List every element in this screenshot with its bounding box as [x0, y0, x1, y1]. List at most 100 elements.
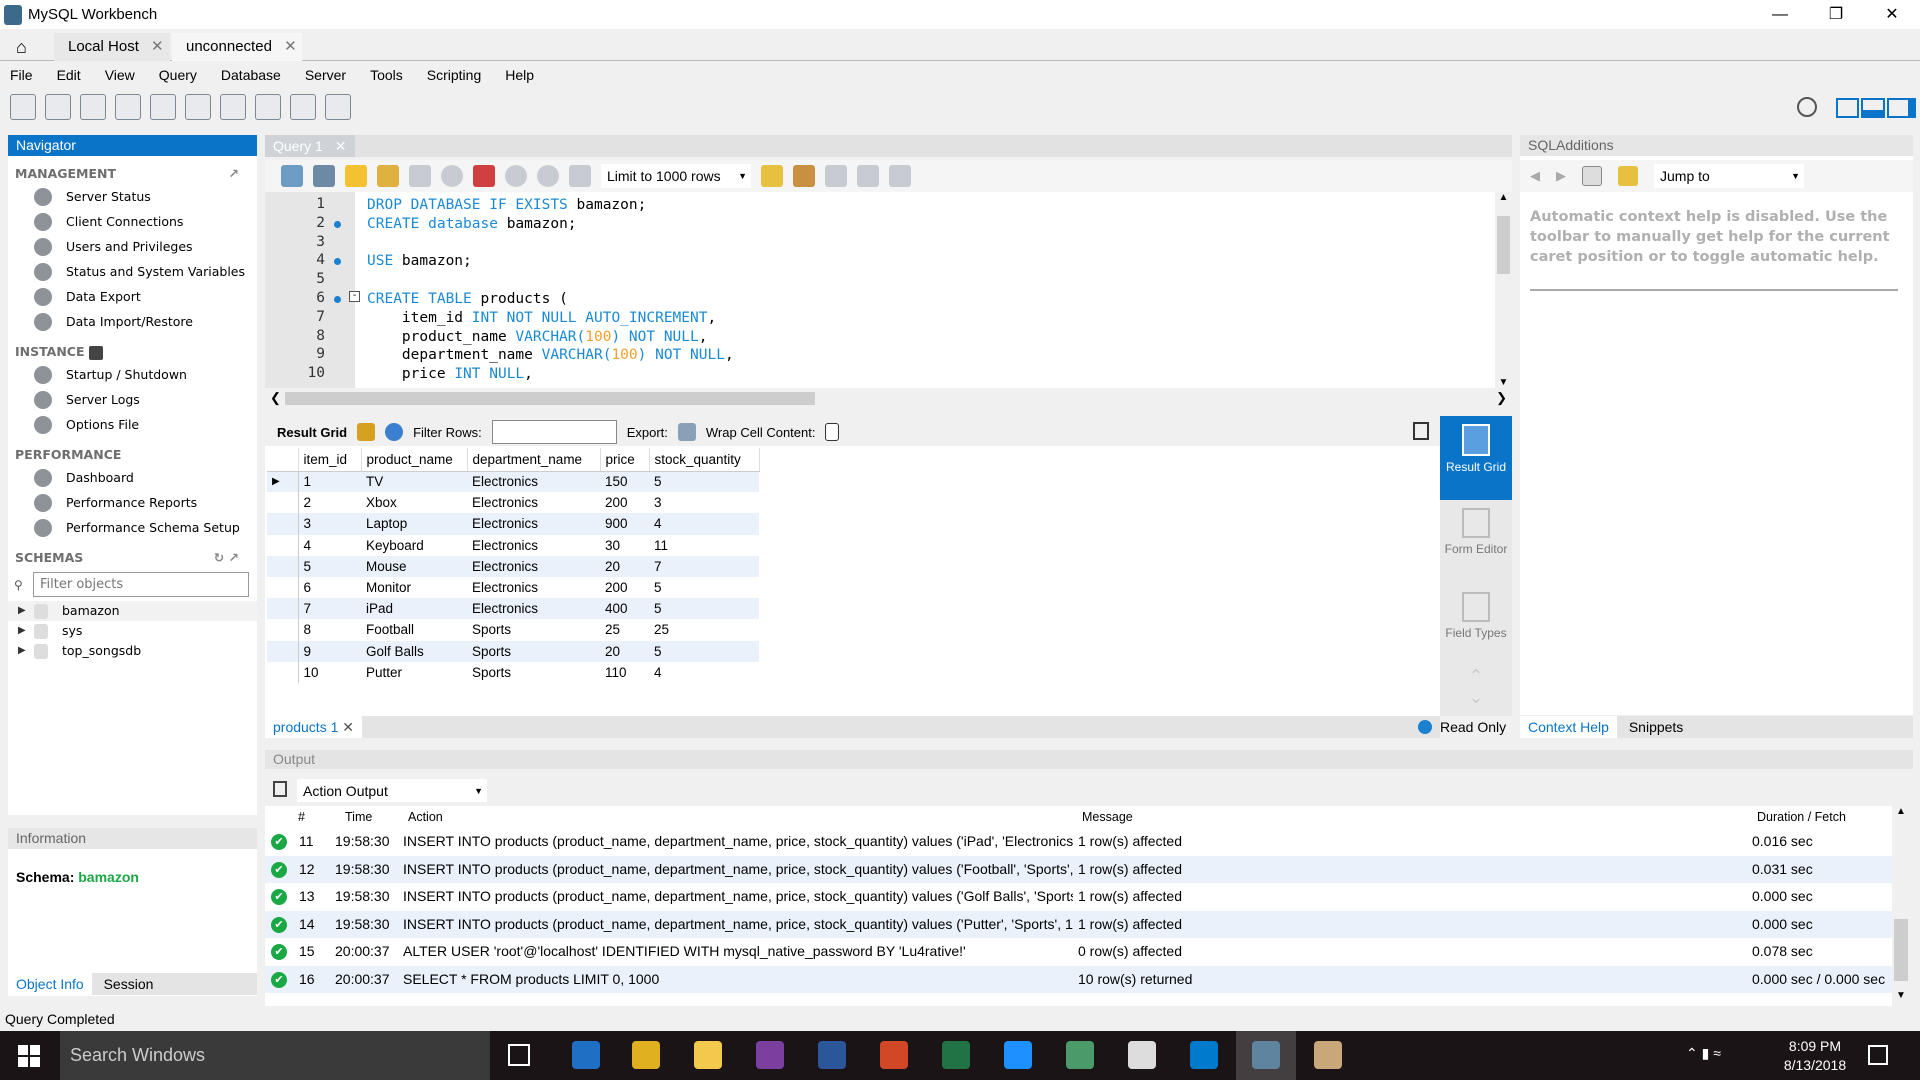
- scroll-thumb[interactable]: [1894, 919, 1908, 981]
- excel-icon[interactable]: [942, 1041, 970, 1069]
- word-wrap-icon[interactable]: [889, 165, 911, 187]
- nav-client-connections[interactable]: Client Connections: [8, 209, 257, 234]
- schema-top-songsdb[interactable]: ▶ top_songsdb: [8, 641, 257, 661]
- table-row[interactable]: 4 Keyboard Electronics 30 11: [267, 534, 759, 556]
- table-cell[interactable]: Golf Balls: [361, 640, 467, 662]
- row-header[interactable]: [267, 619, 299, 641]
- tab-object-info[interactable]: Object Info: [8, 973, 92, 995]
- output-type-select[interactable]: Action Output ▼: [297, 779, 487, 802]
- create-table-icon[interactable]: [150, 94, 176, 120]
- table-cell[interactable]: Electronics: [467, 492, 600, 513]
- table-cell[interactable]: 200: [600, 577, 649, 598]
- nav-performance-schema-setup[interactable]: Performance Schema Setup: [8, 515, 257, 540]
- nav-options-file[interactable]: Options File: [8, 412, 257, 437]
- tab-session[interactable]: Session: [96, 973, 162, 995]
- menu-database[interactable]: Database: [209, 64, 293, 88]
- scroll-down-icon[interactable]: ▼: [1495, 377, 1512, 388]
- column-header[interactable]: product_name: [361, 448, 468, 472]
- table-cell[interactable]: 20: [600, 640, 649, 662]
- settings-icon[interactable]: [1797, 97, 1817, 117]
- nav-users-privileges[interactable]: Users and Privileges: [8, 234, 257, 259]
- inspector-icon[interactable]: [80, 94, 106, 120]
- table-row[interactable]: 9 Golf Balls Sports 20 5: [267, 640, 759, 662]
- create-schema-icon[interactable]: [115, 94, 141, 120]
- sql-editor[interactable]: 1 2 3 4 5 6 7 8 9 10 DROP DATABASE IF EXISTS bama…: [265, 192, 1495, 388]
- table-cell[interactable]: 5: [649, 598, 759, 620]
- table-cell[interactable]: 3: [298, 513, 361, 535]
- table-cell[interactable]: 7: [649, 555, 759, 577]
- close-button[interactable]: ✕: [1864, 0, 1920, 29]
- column-header[interactable]: department_name: [467, 448, 601, 472]
- scroll-right-icon[interactable]: ❯: [1496, 390, 1507, 406]
- tray-icons[interactable]: ⌃ ▮ ≈: [1686, 1045, 1721, 1062]
- table-cell[interactable]: Mouse: [361, 555, 467, 577]
- editor-horizontal-scrollbar[interactable]: ❮ ❯: [265, 389, 1507, 408]
- menu-help[interactable]: Help: [493, 64, 546, 88]
- auto-help-icon[interactable]: [1618, 166, 1638, 186]
- column-header[interactable]: item_id: [298, 448, 362, 472]
- toggle-result-panel-icon[interactable]: [1413, 422, 1429, 440]
- table-cell[interactable]: 30: [600, 535, 649, 556]
- table-cell[interactable]: 5: [649, 640, 759, 662]
- tab-products-1[interactable]: products 1 ✕: [265, 716, 362, 738]
- table-cell[interactable]: 150: [600, 471, 649, 493]
- scroll-thumb[interactable]: [1497, 216, 1510, 274]
- expand-arrow-icon[interactable]: ▶: [18, 641, 34, 661]
- limit-rows-select[interactable]: Limit to 1000 rows ▼: [601, 164, 751, 188]
- vscode-icon[interactable]: [1190, 1041, 1218, 1069]
- table-cell[interactable]: 5: [649, 471, 759, 493]
- table-cell[interactable]: 7: [298, 598, 361, 620]
- execute-icon[interactable]: [345, 165, 367, 187]
- menu-file[interactable]: File: [0, 64, 45, 88]
- filter-objects-input[interactable]: [33, 572, 249, 597]
- explain-icon[interactable]: [409, 165, 431, 187]
- powerpoint-icon[interactable]: [880, 1041, 908, 1069]
- row-header[interactable]: [267, 492, 299, 514]
- back-icon[interactable]: ◀: [1530, 168, 1540, 184]
- invisible-chars-icon[interactable]: [857, 165, 879, 187]
- schema-sys[interactable]: ▶ sys: [8, 621, 257, 641]
- table-cell[interactable]: Putter: [361, 662, 467, 683]
- menu-edit[interactable]: Edit: [45, 64, 93, 88]
- table-row[interactable]: 7 iPad Electronics 400 5: [267, 598, 759, 620]
- table-row[interactable]: 5 Mouse Electronics 20 7: [267, 555, 759, 577]
- expand-arrow-icon[interactable]: ▶: [18, 621, 34, 641]
- task-view-icon[interactable]: [508, 1044, 530, 1066]
- table-cell[interactable]: 2: [298, 492, 361, 513]
- restore-button[interactable]: ❐: [1808, 0, 1864, 29]
- row-header[interactable]: [267, 640, 299, 662]
- table-row[interactable]: 8 Football Sports 25 25: [267, 619, 759, 641]
- table-row[interactable]: 2 Xbox Electronics 200 3: [267, 492, 759, 514]
- internet-explorer-icon[interactable]: [1004, 1041, 1032, 1069]
- table-cell[interactable]: Keyboard: [361, 535, 467, 556]
- table-cell[interactable]: 25: [600, 619, 649, 640]
- toggle-continue-on-error-icon[interactable]: [473, 165, 495, 187]
- save-icon[interactable]: [313, 165, 335, 187]
- export-icon[interactable]: [677, 423, 696, 441]
- outlook-icon[interactable]: [572, 1041, 600, 1069]
- windows-start-icon[interactable]: [18, 1045, 40, 1067]
- table-cell[interactable]: Xbox: [361, 492, 467, 513]
- row-header[interactable]: [267, 661, 299, 683]
- autocommit-icon[interactable]: [569, 165, 591, 187]
- table-cell[interactable]: iPad: [361, 598, 467, 620]
- row-header[interactable]: [267, 576, 299, 599]
- scroll-up-icon[interactable]: ▲: [1892, 806, 1910, 817]
- output-row[interactable]: ✔ 13 19:58:30 INSERT INTO products (product…: [265, 883, 1892, 911]
- execute-current-icon[interactable]: [377, 165, 399, 187]
- expand-icon[interactable]: ↗: [229, 164, 239, 184]
- schema-bamazon[interactable]: ▶ bamazon: [8, 601, 257, 621]
- row-header[interactable]: [267, 598, 299, 620]
- nav-status-variables[interactable]: Status and System Variables: [8, 259, 257, 284]
- create-function-icon[interactable]: [255, 94, 281, 120]
- row-header[interactable]: [267, 534, 299, 556]
- refresh-expand-icons[interactable]: ↻ ↗: [214, 548, 239, 568]
- wrap-cell-icon[interactable]: [825, 423, 840, 441]
- filter-rows-input[interactable]: [491, 420, 617, 444]
- nav-startup-shutdown[interactable]: Startup / Shutdown: [8, 362, 257, 387]
- manual-help-icon[interactable]: [1582, 166, 1602, 186]
- close-tab-icon[interactable]: ✕: [284, 38, 297, 55]
- menu-view[interactable]: View: [93, 64, 147, 88]
- add-snippet-icon[interactable]: [761, 165, 783, 187]
- jump-to-select[interactable]: Jump to ▼: [1654, 164, 1804, 188]
